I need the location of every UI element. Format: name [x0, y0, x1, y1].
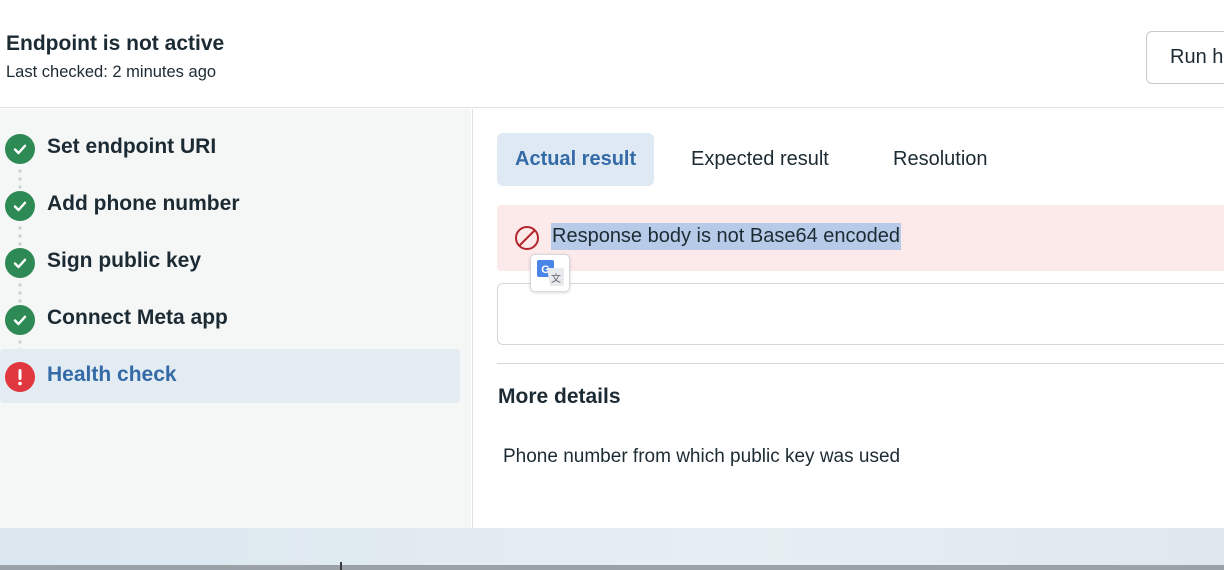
- status-title: Endpoint is not active: [6, 32, 225, 55]
- tab-resolution[interactable]: Resolution: [875, 133, 1006, 186]
- check-circle-icon: [5, 191, 35, 221]
- more-details-heading: More details: [498, 385, 621, 408]
- more-details-text: Phone number from which public key was u…: [503, 446, 901, 467]
- step-health-check[interactable]: Health check: [0, 349, 460, 403]
- check-circle-icon: [5, 305, 35, 335]
- google-translate-icon[interactable]: G 文: [530, 254, 570, 292]
- result-body-box: [497, 283, 1224, 345]
- svg-text:文: 文: [551, 272, 561, 285]
- step-sign-public-key[interactable]: Sign public key: [0, 235, 460, 289]
- step-label: Connect Meta app: [47, 306, 228, 329]
- tab-actual-result[interactable]: Actual result: [497, 133, 655, 186]
- exclamation-circle-icon: [5, 362, 35, 392]
- step-set-endpoint-uri[interactable]: Set endpoint URI: [0, 121, 460, 175]
- check-circle-icon: [5, 134, 35, 164]
- step-label: Set endpoint URI: [47, 135, 217, 158]
- run-health-check-button[interactable]: Run health check: [1146, 31, 1224, 84]
- steps-sidebar: Set endpoint URI Add phone number Sign p…: [0, 109, 471, 528]
- taskbar-edge: [0, 565, 1224, 570]
- taskbar-divider: [340, 562, 342, 570]
- error-message: Response body is not Base64 encoded: [551, 223, 902, 250]
- last-checked-text: Last checked: 2 minutes ago: [6, 63, 217, 81]
- tab-expected-result[interactable]: Expected result: [673, 133, 847, 186]
- check-circle-icon: [5, 248, 35, 278]
- step-label: Sign public key: [47, 249, 202, 272]
- section-divider: [497, 363, 1224, 364]
- top-strip: [0, 0, 1224, 8]
- prohibited-icon: [514, 225, 540, 256]
- error-alert: Response body is not Base64 encoded: [497, 205, 1224, 271]
- result-panel: Actual result Expected result Resolution…: [472, 109, 1224, 528]
- step-label: Health check: [47, 363, 177, 386]
- status-header: Endpoint is not active Last checked: 2 m…: [0, 8, 1224, 108]
- step-connect-meta-app[interactable]: Connect Meta app: [0, 292, 460, 346]
- window-backdrop: [0, 528, 1224, 570]
- step-label: Add phone number: [47, 192, 240, 215]
- step-add-phone-number[interactable]: Add phone number: [0, 178, 460, 232]
